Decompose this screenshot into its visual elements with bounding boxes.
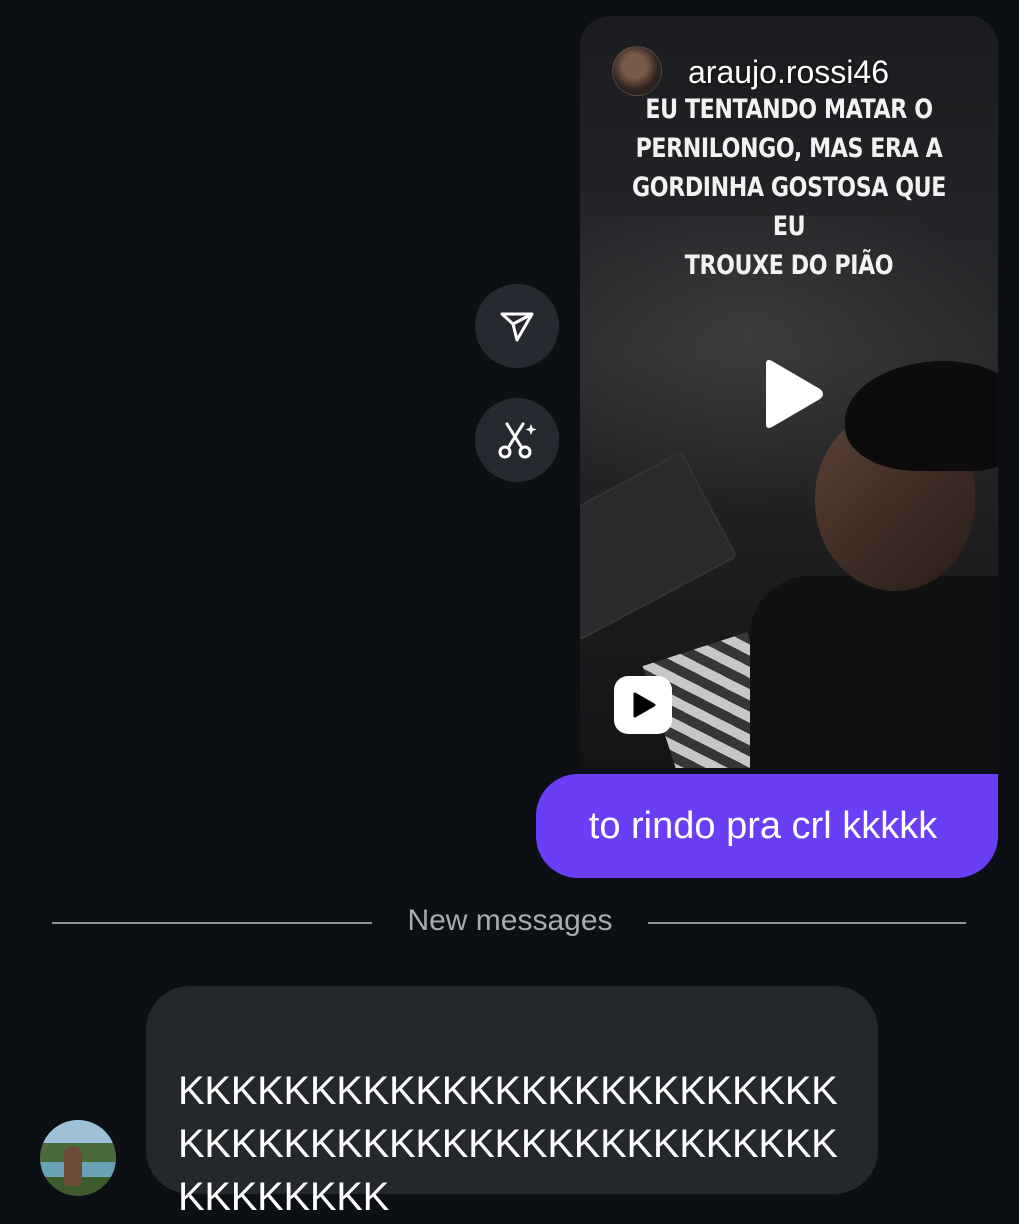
reel-owner-avatar[interactable] xyxy=(612,46,662,96)
sender-avatar[interactable] xyxy=(40,1120,116,1196)
reel-caption-line: PERNILONGO, MAS ERA A xyxy=(635,133,943,164)
new-messages-divider: New messages xyxy=(407,904,613,937)
reel-caption-line: GORDINHA GOSTOSA QUE EU xyxy=(632,172,946,242)
share-button[interactable] xyxy=(475,284,559,368)
sender-avatar-figure xyxy=(64,1146,82,1186)
reel-caption-line: EU TENTANDO MATAR O xyxy=(645,94,933,125)
remix-button[interactable] xyxy=(475,398,559,482)
reels-play-glyph xyxy=(633,692,656,718)
scissors-sparkle-icon xyxy=(498,422,537,459)
reel-scene-person-body xyxy=(750,576,998,768)
divider-line-left xyxy=(52,922,372,924)
reel-caption-line: TROUXE DO PIÃO xyxy=(684,250,894,281)
play-icon[interactable] xyxy=(756,356,826,432)
shared-reel-card[interactable]: EU TENTANDO MATAR O PERNILONGO, MAS ERA … xyxy=(580,16,998,768)
incoming-message-bubble[interactable]: KKKKKKKKKKKKKKKKKKKKKKKKKKKKKKKKKKKKKKKK… xyxy=(146,986,878,1219)
reel-owner-username[interactable]: araujo.rossi46 xyxy=(688,54,889,91)
outgoing-message-bubble[interactable]: to rindo pra crl kkkkk xyxy=(536,774,998,878)
outgoing-message-text: to rindo pra crl kkkkk xyxy=(588,804,938,847)
reel-caption: EU TENTANDO MATAR O PERNILONGO, MAS ERA … xyxy=(626,90,952,285)
divider-line-right xyxy=(648,922,966,924)
incoming-message-text: KKKKKKKKKKKKKKKKKKKKKKKKKKKKKKKKKKKKKKKK… xyxy=(178,1069,838,1219)
reels-icon xyxy=(614,676,672,734)
send-icon xyxy=(500,312,534,342)
